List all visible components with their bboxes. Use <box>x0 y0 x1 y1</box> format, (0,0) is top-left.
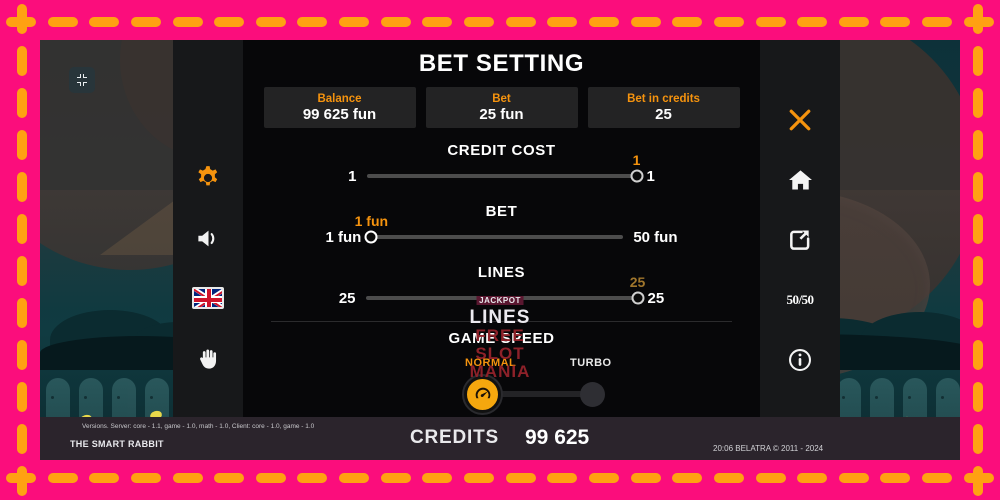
bet-label: Bet <box>492 92 511 105</box>
credit-cost-thumb[interactable] <box>630 169 643 183</box>
credit-cost-slider-row: 1 1 1 <box>243 152 760 193</box>
lines-slider-title: LINES <box>477 264 526 281</box>
info-boxes: Balance 99 625 fun Bet 25 fun Bet in cre… <box>243 87 760 128</box>
info-circle-icon <box>789 349 811 371</box>
bet-setting-panel: BET SETTING Balance 99 625 fun Bet 25 fu… <box>243 40 760 460</box>
language-button[interactable] <box>188 278 228 318</box>
balance-label: Balance <box>317 92 362 105</box>
home-button[interactable] <box>780 160 820 200</box>
sound-button[interactable] <box>188 218 228 258</box>
odds-button[interactable]: 50/50 <box>780 280 820 320</box>
game-speed-normal-option[interactable] <box>464 376 501 413</box>
lines-min: 25 <box>338 289 356 307</box>
lines-max: 25 <box>647 289 665 307</box>
lines-bubble: 25 <box>629 274 646 290</box>
game-viewport: BET SETTING Balance 99 625 fun Bet 25 fu… <box>40 40 960 460</box>
game-speed-normal-label: NORMAL <box>465 357 517 369</box>
lines-thumb[interactable] <box>631 291 644 305</box>
bet-min: 1 fun <box>325 228 362 246</box>
home-icon <box>788 169 812 189</box>
credit-cost-max: 1 <box>646 167 655 185</box>
game-speed-section: GAME SPEED NORMAL TURBO <box>243 330 760 413</box>
game-speed-turbo-option[interactable] <box>580 382 605 407</box>
bet-bubble: 1 fun <box>354 213 389 229</box>
copyright-text: 20:06 BELATRA © 2011 - 2024 <box>713 444 824 453</box>
left-toolbar <box>173 40 243 460</box>
outer-frame: BET SETTING Balance 99 625 fun Bet 25 fu… <box>0 0 1000 500</box>
frame-dashes-right <box>973 0 983 500</box>
settings-button[interactable] <box>188 158 228 198</box>
credit-cost-min: 1 <box>348 167 357 185</box>
close-button[interactable] <box>780 100 820 140</box>
game-speed-turbo-label: TURBO <box>570 357 612 369</box>
versions-text: Versions. Server: core - 1.1, game - 1.0… <box>82 423 315 430</box>
lines-slider-row: 25 25 25 <box>243 274 760 315</box>
hand-button[interactable] <box>188 338 228 378</box>
external-link-icon <box>790 230 810 250</box>
game-speed-title: GAME SPEED <box>448 330 555 347</box>
bet-max: 50 fun <box>633 228 678 246</box>
game-brand: THE SMART RABBIT <box>70 439 164 449</box>
bet-box[interactable]: Bet 25 fun <box>425 87 578 128</box>
credits-value: 99 625 <box>525 426 590 449</box>
speedometer-icon <box>475 387 490 398</box>
gear-icon <box>198 166 218 186</box>
footer-bar: Versions. Server: core - 1.1, game - 1.0… <box>40 417 960 460</box>
hand-icon <box>199 349 216 369</box>
info-button[interactable] <box>780 340 820 380</box>
exit-button[interactable] <box>780 220 820 260</box>
game-speed-toggle[interactable] <box>243 376 760 413</box>
balance-value: 99 625 fun <box>302 105 377 123</box>
right-toolbar: 50/50 <box>760 40 840 460</box>
balance-box[interactable]: Balance 99 625 fun <box>263 87 416 128</box>
bet-in-credits-label: Bet in credits <box>627 92 700 105</box>
bet-value: 25 fun <box>479 105 524 123</box>
frame-dashes-bottom <box>0 473 1000 483</box>
bet-in-credits-box[interactable]: Bet in credits 25 <box>587 87 740 128</box>
speaker-icon <box>197 230 214 246</box>
frame-dashes-top <box>0 17 1000 27</box>
page-title: BET SETTING <box>418 50 585 77</box>
bet-in-credits-value: 25 <box>655 105 672 123</box>
bet-slider[interactable]: 1 fun <box>355 213 624 249</box>
uk-flag-icon <box>192 287 224 309</box>
credit-cost-bubble: 1 <box>632 152 641 168</box>
fifty-fifty-icon: 50/50 <box>786 292 814 307</box>
lines-slider[interactable]: 25 <box>365 274 645 310</box>
collapse-fullscreen-button[interactable] <box>69 67 95 93</box>
close-x-icon <box>789 109 811 131</box>
bet-slider-row: 1 fun 1 fun 50 fun <box>243 213 760 254</box>
bet-thumb[interactable] <box>364 230 378 244</box>
credit-cost-title: CREDIT COST <box>447 142 556 159</box>
credit-cost-slider[interactable]: 1 <box>366 152 643 188</box>
frame-dashes-left <box>17 0 27 500</box>
section-divider <box>271 321 732 322</box>
credits-label: CREDITS <box>410 427 499 448</box>
collapse-fullscreen-icon <box>77 74 87 86</box>
bet-slider-title: BET <box>485 203 518 220</box>
